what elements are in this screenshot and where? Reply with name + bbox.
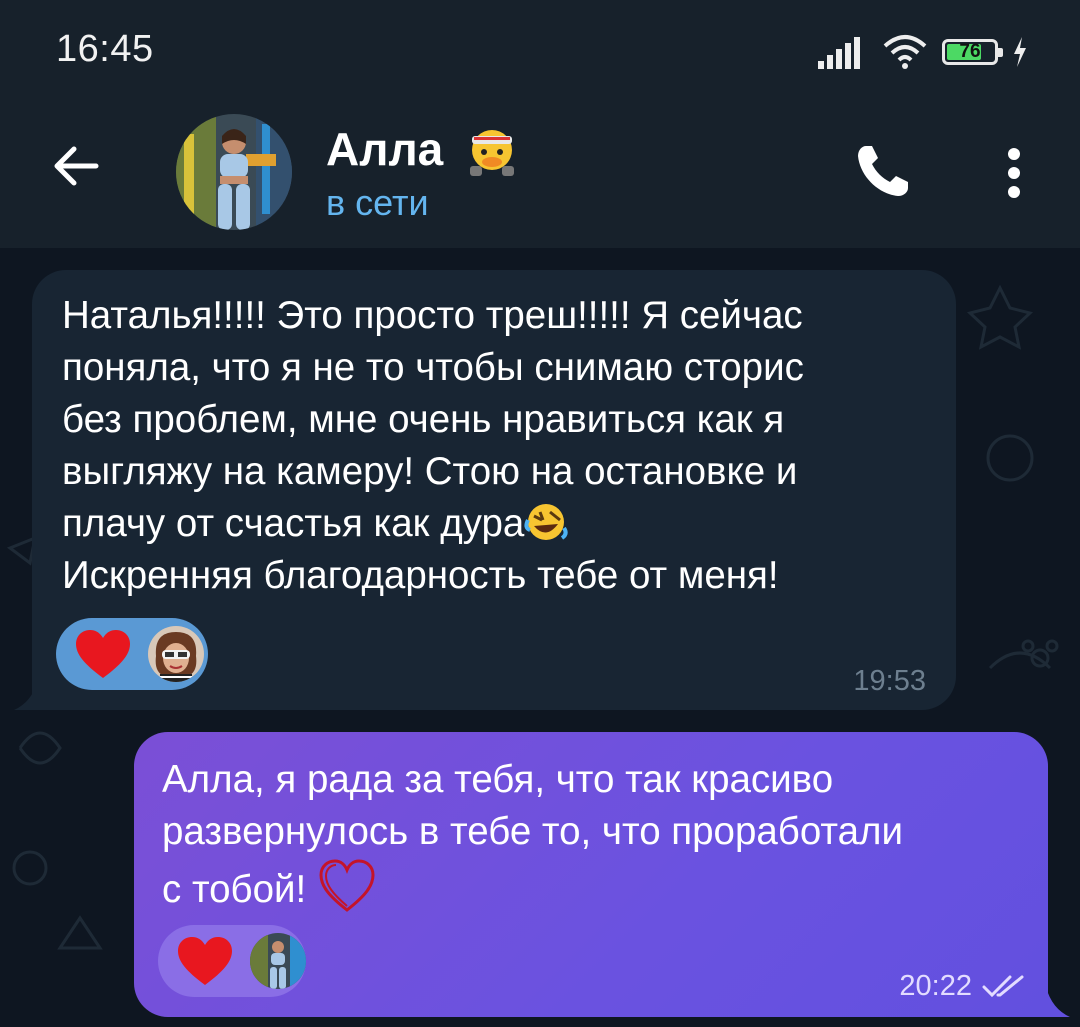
contact-avatar[interactable] — [176, 114, 292, 230]
message-time: 19:53 — [853, 665, 926, 697]
rofl-emoji-icon — [524, 504, 568, 540]
online-status: в сети — [326, 182, 429, 223]
red-heart-icon — [178, 937, 232, 985]
reaction-chip[interactable] — [56, 618, 208, 690]
status-icons: 76 — [818, 30, 1028, 74]
chat-header: Алла в сети — [0, 100, 1080, 248]
message-text: Наталья!!!!! Это просто треш!!!!! Я сейч… — [62, 294, 804, 597]
signal-icon — [818, 37, 860, 69]
battery-level: 76 — [959, 41, 981, 62]
message-time: 20:22 — [899, 970, 972, 1002]
back-arrow-icon[interactable] — [48, 138, 104, 194]
charging-icon — [1014, 37, 1026, 67]
read-checkmarks-icon — [982, 975, 1024, 998]
reactor-avatar — [250, 933, 306, 989]
reactor-avatar — [148, 626, 204, 682]
heart-outline-emoji-icon — [319, 859, 375, 912]
phone-call-icon[interactable] — [852, 140, 914, 202]
battery-icon: 76 — [942, 39, 1003, 65]
status-bar: 16:45 76 — [0, 0, 1080, 100]
reaction-chip[interactable] — [158, 925, 306, 997]
more-options-icon[interactable] — [996, 144, 1032, 204]
message-text: Алла, я рада за тебя, что так красиво ра… — [162, 754, 1032, 916]
incoming-message[interactable]: Наталья!!!!! Это просто треш!!!!! Я сейч… — [32, 270, 956, 710]
outgoing-bubble-tail — [1046, 987, 1070, 1017]
outgoing-message[interactable]: Алла, я рада за тебя, что так красиво ра… — [134, 732, 1048, 1017]
red-heart-icon — [76, 630, 130, 678]
wifi-icon — [883, 35, 927, 69]
duck-emoji-status-icon[interactable] — [464, 122, 520, 178]
contact-name[interactable]: Алла — [326, 122, 443, 176]
clock: 16:45 — [56, 28, 154, 70]
